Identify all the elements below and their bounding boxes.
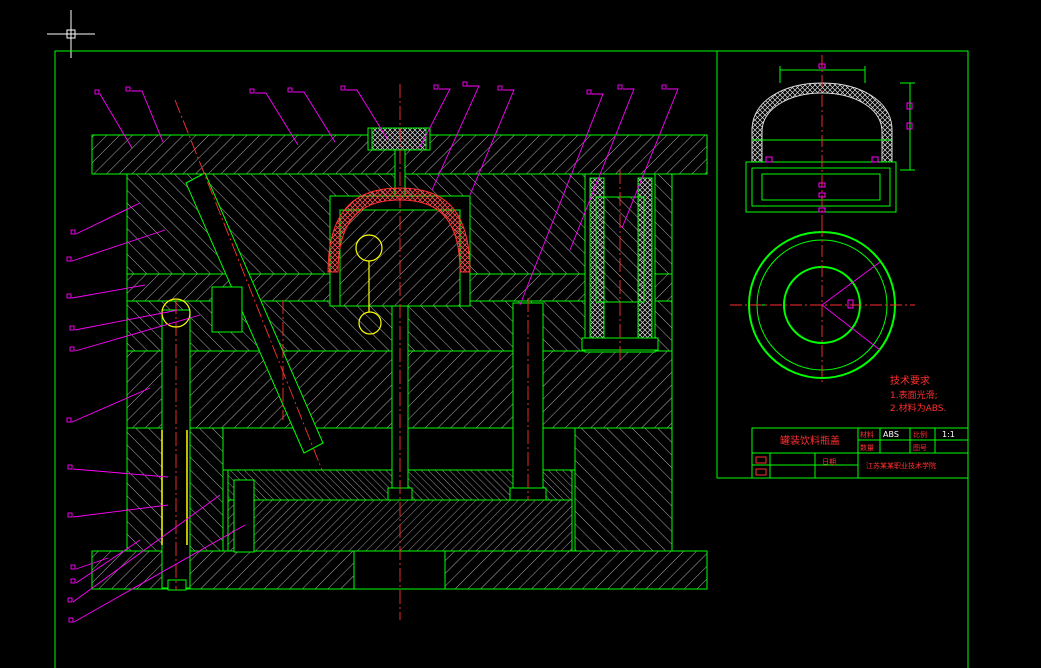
part-balloon[interactable]	[66, 256, 72, 262]
title-scale-label: 比例	[913, 430, 927, 439]
title-school: 江苏某某职业技术学院	[866, 461, 936, 470]
part-balloon[interactable]	[497, 85, 503, 91]
title-drawing-no-label: 图号	[913, 444, 927, 452]
part-balloon[interactable]	[661, 84, 667, 90]
part-balloon[interactable]	[69, 346, 75, 352]
title-drawing-name: 罐装饮料瓶盖	[780, 434, 840, 447]
part-balloon[interactable]	[66, 293, 72, 299]
tech-req-item2: 2.材料为ABS.	[890, 402, 946, 414]
title-material: ABS	[883, 430, 899, 439]
part-balloon[interactable]	[586, 89, 592, 95]
part-balloon[interactable]	[125, 86, 131, 92]
part-balloon[interactable]	[69, 325, 75, 331]
title-quantity-label: 数量	[860, 443, 874, 452]
part-balloon[interactable]	[67, 597, 73, 603]
part-balloon[interactable]	[433, 84, 439, 90]
part-balloon[interactable]	[70, 229, 76, 235]
part-balloon[interactable]	[94, 89, 100, 95]
tech-req-item1: 1.表面光滑;	[890, 389, 938, 401]
cap-section-view	[745, 63, 915, 213]
part-balloon[interactable]	[68, 617, 74, 623]
title-material-label: 材料	[860, 430, 874, 439]
part-balloon[interactable]	[67, 512, 73, 518]
part-balloon[interactable]	[617, 84, 623, 90]
title-scale: 1:1	[942, 430, 955, 439]
part-balloon[interactable]	[462, 81, 468, 87]
title-date-label: 日期	[822, 458, 836, 466]
part-balloon[interactable]	[66, 417, 72, 423]
tech-req-heading: 技术要求	[890, 374, 930, 387]
part-balloon[interactable]	[67, 464, 73, 470]
leader-line	[131, 90, 164, 143]
part-balloon[interactable]	[287, 87, 293, 93]
part-balloon[interactable]	[249, 88, 255, 94]
part-balloon[interactable]	[70, 578, 76, 584]
part-balloon[interactable]	[70, 564, 76, 570]
part-balloon[interactable]	[340, 85, 346, 91]
cad-drawing-canvas[interactable]: 技术要求 1.表面光滑; 2.材料为ABS. 罐装饮料瓶盖 材料 ABS 比例 …	[0, 0, 1041, 668]
